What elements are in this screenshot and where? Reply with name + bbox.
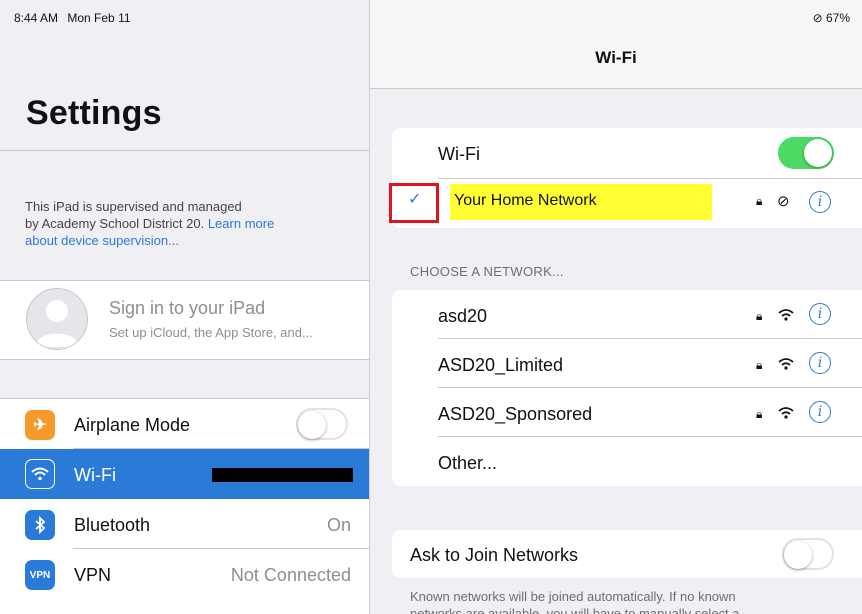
connected-network-name: Your Home Network bbox=[454, 192, 597, 209]
wifi-icon bbox=[25, 459, 55, 489]
other-network-label: Other... bbox=[438, 453, 498, 473]
network-row[interactable]: ASD20_Limited 🔒︎ i bbox=[392, 339, 862, 388]
airplane-icon: ✈ bbox=[25, 410, 55, 440]
wifi-signal-icon bbox=[778, 407, 794, 419]
lock-icon: 🔒︎ bbox=[756, 194, 763, 208]
nav-bar: ⊘ 67% Wi-Fi bbox=[370, 0, 862, 89]
info-icon[interactable]: i bbox=[809, 401, 831, 423]
bluetooth-icon bbox=[25, 510, 55, 540]
wifi-signal-icon bbox=[778, 358, 794, 370]
info-icon[interactable]: i bbox=[809, 303, 831, 325]
learn-more-link[interactable]: Learn more bbox=[208, 216, 274, 231]
wifi-toggle-label: Wi-Fi bbox=[438, 144, 480, 164]
bluetooth-value: On bbox=[326, 515, 351, 535]
sidebar-item-airplane[interactable]: ✈ Airplane Mode bbox=[0, 399, 369, 449]
sidebar-item-wifi[interactable]: Wi-Fi bbox=[0, 449, 369, 499]
redacted-network-name bbox=[212, 468, 353, 482]
supervision-notice: This iPad is supervised and managed by A… bbox=[25, 198, 355, 249]
info-icon[interactable]: i bbox=[809, 352, 831, 374]
divider bbox=[0, 150, 369, 151]
status-time-text: 8:44 AM bbox=[14, 11, 59, 25]
network-name: ASD20_Limited bbox=[438, 355, 564, 375]
link-icon: ⊘ bbox=[812, 11, 823, 25]
battery-text: 67% bbox=[825, 11, 850, 25]
vpn-value: Not Connected bbox=[230, 565, 351, 585]
settings-pane: 8:44 AM Mon Feb 11 Settings This iPad is… bbox=[0, 0, 370, 614]
network-row[interactable]: asd20 🔒︎ i bbox=[392, 290, 862, 339]
person-icon bbox=[35, 300, 79, 347]
lock-icon: 🔒︎ bbox=[756, 309, 763, 323]
wifi-pane: ⊘ 67% Wi-Fi Wi-Fi ✓ Your Home Network 🔒︎… bbox=[370, 0, 862, 614]
supervision-line2: by Academy School District 20. bbox=[25, 216, 205, 231]
sidebar-item-vpn[interactable]: VPN VPN Not Connected bbox=[0, 549, 369, 599]
wifi-signal-icon bbox=[778, 309, 794, 321]
other-network-row[interactable]: Other... bbox=[392, 437, 862, 486]
info-icon[interactable]: i bbox=[809, 191, 831, 213]
sidebar-item-bluetooth[interactable]: Bluetooth On bbox=[0, 499, 369, 549]
network-name: ASD20_Sponsored bbox=[438, 404, 593, 424]
checkmark-icon: ✓ bbox=[408, 191, 422, 208]
vpn-icon: VPN bbox=[25, 560, 55, 590]
ask-join-toggle[interactable] bbox=[782, 538, 834, 570]
network-list: asd20 🔒︎ i ASD20_Limited 🔒︎ i ASD20_Spon… bbox=[392, 290, 862, 486]
connected-network-row[interactable]: ✓ Your Home Network 🔒︎ ⊘ i bbox=[389, 179, 862, 228]
wifi-group: Wi-Fi ✓ Your Home Network 🔒︎ ⊘ i bbox=[389, 128, 862, 228]
nav-title: Wi-Fi bbox=[595, 48, 637, 67]
supervision-link[interactable]: about device supervision... bbox=[25, 232, 355, 249]
link-icon: ⊘ bbox=[777, 193, 790, 210]
signin-row[interactable]: Sign in to your iPad Set up iCloud, the … bbox=[0, 280, 369, 360]
status-time: 8:44 AM Mon Feb 11 bbox=[14, 11, 131, 25]
lock-icon: 🔒︎ bbox=[756, 358, 763, 372]
supervision-line1: This iPad is supervised and managed bbox=[25, 199, 242, 214]
avatar bbox=[26, 288, 88, 350]
ask-join-row[interactable]: Ask to Join Networks bbox=[392, 530, 862, 578]
airplane-toggle[interactable] bbox=[296, 408, 348, 440]
signin-title: Sign in to your iPad bbox=[109, 298, 266, 318]
ask-join-label: Ask to Join Networks bbox=[410, 545, 579, 565]
network-row[interactable]: ASD20_Sponsored 🔒︎ i bbox=[392, 388, 862, 437]
page-title: Settings bbox=[26, 94, 162, 132]
footer-line1: Known networks will be joined automatica… bbox=[410, 589, 736, 604]
status-date-text: Mon Feb 11 bbox=[67, 11, 131, 25]
sidebar-item-label: Wi-Fi bbox=[74, 465, 116, 485]
signin-subtitle: Set up iCloud, the App Store, and... bbox=[109, 325, 313, 340]
wifi-toggle[interactable] bbox=[778, 137, 834, 169]
footer-line2: networks are available, you will have to… bbox=[410, 606, 740, 614]
sidebar-item-label: Bluetooth bbox=[74, 515, 151, 535]
status-right: ⊘ 67% bbox=[813, 11, 850, 25]
sidebar-item-label: Airplane Mode bbox=[74, 415, 191, 435]
choose-network-header: CHOOSE A NETWORK... bbox=[410, 264, 564, 279]
sidebar-item-label: VPN bbox=[74, 565, 112, 585]
network-name: asd20 bbox=[438, 306, 488, 326]
ask-join-footer: Known networks will be joined automatica… bbox=[410, 588, 850, 614]
settings-list: ✈ Airplane Mode Wi-Fi Bluetooth On VPN V… bbox=[0, 398, 369, 614]
lock-icon: 🔒︎ bbox=[756, 407, 763, 421]
